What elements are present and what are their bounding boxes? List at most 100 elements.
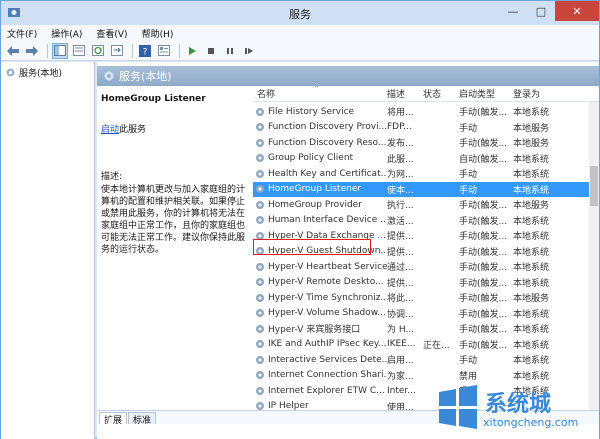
- service-name-cell: Hyper-V Time Synchroniz...: [253, 293, 387, 303]
- console-tree-icon[interactable]: [52, 42, 68, 59]
- start-service-icon[interactable]: [184, 43, 200, 59]
- title-bar: 服务 — □ ✕: [1, 1, 599, 25]
- properties-icon[interactable]: [156, 43, 172, 59]
- export-list-icon[interactable]: [109, 43, 125, 59]
- service-name-cell: Human Interface Device ...: [253, 215, 387, 225]
- service-gear-icon: [256, 371, 264, 380]
- table-row[interactable]: Hyper-V Heartbeat Service 通过... 手动(触发... 本地…: [253, 259, 599, 275]
- service-logon-cell: 本地系统: [513, 325, 550, 336]
- service-name-cell: HomeGroup Provider: [253, 200, 387, 210]
- service-logon-cell: 本地系统: [513, 185, 550, 196]
- service-startup-cell: 手动(触发...: [459, 247, 508, 258]
- service-startup-cell: 禁用: [459, 371, 478, 382]
- service-logon-cell: 本地系统: [513, 356, 550, 367]
- table-row[interactable]: File History Service 将用... 手动(触发... 本地系统: [253, 104, 599, 120]
- service-status-cell: 正在...: [423, 340, 450, 351]
- service-desc-cell: IKEE...: [387, 339, 416, 350]
- table-row[interactable]: HomeGroup Provider 执行... 手动(触发... 本地服务: [253, 197, 599, 213]
- table-row[interactable]: Group Policy Client 此服... 自动(触发... 本地系统: [253, 151, 599, 167]
- service-gear-icon: [256, 278, 264, 287]
- list-column-header: ⌃ 名称 描述 状态 启动类型 登录为: [253, 86, 599, 102]
- table-row[interactable]: Human Interface Device ... 激活... 手动(触发... 本…: [253, 213, 599, 229]
- service-gear-icon: [256, 355, 264, 364]
- annotation-highlight-box: [253, 239, 371, 255]
- refresh-icon[interactable]: [90, 43, 106, 59]
- service-name-cell: File History Service: [253, 107, 387, 117]
- sort-up-icon: ⌃: [313, 86, 320, 93]
- service-gear-icon: [256, 402, 264, 410]
- service-logon-cell: 本地系统: [513, 216, 550, 227]
- table-row[interactable]: Function Discovery Reso... 发布... 手动(触发... 本…: [253, 135, 599, 151]
- service-logon-cell: 本地服务: [513, 123, 550, 134]
- service-desc-cell: FDP...: [387, 122, 412, 133]
- scrollbar-thumb[interactable]: [590, 166, 598, 206]
- table-row[interactable]: Hyper-V 来宾服务接口为 H... 手动(触发... 本地系统: [253, 321, 599, 337]
- service-name-cell: Hyper-V Remote Deskto...: [253, 277, 387, 287]
- restart-service-icon[interactable]: [241, 43, 257, 59]
- service-name-cell: IKE and AuthIP IPsec Key...: [253, 339, 387, 349]
- tab-extended[interactable]: 扩展: [99, 412, 128, 426]
- service-desc-cell: 提供...: [387, 232, 414, 243]
- service-startup-cell: 手动(触发...: [459, 232, 508, 243]
- console-tree: 服务(本地): [1, 62, 95, 439]
- stop-service-icon[interactable]: [203, 43, 219, 59]
- tree-node-services-local[interactable]: 服务(本地): [5, 66, 62, 79]
- table-row[interactable]: Internet Connection Shari... 为家... 禁用 本地系统: [253, 368, 599, 384]
- service-desc-cell: 启用...: [387, 356, 414, 367]
- service-name-cell: Interactive Services Dete...: [253, 355, 387, 365]
- table-row[interactable]: Hyper-V Time Synchroniz... 将此... 手动(触发... 本…: [253, 290, 599, 306]
- gear-icon: [104, 71, 114, 81]
- service-gear-icon: [256, 185, 264, 194]
- pause-service-icon[interactable]: [222, 43, 238, 59]
- service-desc-cell: 提供...: [387, 247, 414, 258]
- vertical-scrollbar[interactable]: [589, 102, 599, 410]
- service-gear-icon: [256, 216, 264, 225]
- table-row[interactable]: Function Discovery Provi... FDP... 手动 本地服务: [253, 120, 599, 136]
- minimize-button[interactable]: —: [499, 1, 527, 21]
- service-startup-cell: 自动(触发...: [459, 154, 508, 165]
- service-name-cell: Hyper-V 来宾服务接口: [253, 322, 387, 335]
- service-name-cell: Internet Connection Shari...: [253, 370, 387, 380]
- forward-icon[interactable]: [24, 43, 40, 59]
- service-logon-cell: 本地系统: [513, 170, 550, 181]
- maximize-button[interactable]: □: [527, 1, 555, 21]
- column-description[interactable]: 描述: [387, 87, 423, 100]
- selected-service-title: HomeGroup Listener: [101, 94, 206, 104]
- window-controls: — □ ✕: [499, 1, 599, 21]
- menu-view[interactable]: 查看(V): [96, 27, 127, 40]
- service-logon-cell: 本地服务: [513, 139, 550, 150]
- menu-action[interactable]: 操作(A): [51, 27, 82, 40]
- column-log-on-as[interactable]: 登录为: [513, 87, 587, 100]
- service-name-cell: IP Helper: [253, 401, 387, 410]
- service-desc-cell: 此服...: [387, 154, 414, 165]
- list-view-icon[interactable]: [71, 43, 87, 59]
- column-startup-type[interactable]: 启动类型: [459, 87, 513, 100]
- service-gear-icon: [256, 200, 264, 209]
- description-label: 描述:: [101, 172, 123, 182]
- toolbar-separator: [179, 43, 180, 58]
- menu-file[interactable]: 文件(F): [7, 27, 37, 40]
- menu-help[interactable]: 帮助(H): [142, 27, 174, 40]
- service-desc-cell: 使用...: [387, 402, 414, 410]
- table-row[interactable]: HomeGroup Listener 使本... 手动 本地系统: [253, 181, 599, 197]
- table-row[interactable]: Interactive Services Dete... 启用... 手动 本地系统: [253, 352, 599, 368]
- tab-standard[interactable]: 标准: [128, 412, 157, 426]
- service-desc-cell: 为 H...: [387, 325, 415, 336]
- table-row[interactable]: Hyper-V Volume Shadow... 协调... 手动(触发... 本地系…: [253, 306, 599, 322]
- service-name-cell: Internet Explorer ETW C...: [253, 386, 387, 396]
- table-row[interactable]: IKE and AuthIP IPsec Key... IKEE... 正在... 手…: [253, 337, 599, 353]
- service-name-cell: Function Discovery Reso...: [253, 138, 387, 148]
- service-startup-cell: 手动(触发...: [459, 263, 508, 274]
- column-status[interactable]: 状态: [423, 87, 459, 100]
- column-name[interactable]: 名称: [253, 87, 387, 100]
- help-icon[interactable]: ?: [137, 43, 153, 59]
- service-startup-cell: 手动(触发...: [459, 216, 508, 227]
- close-button[interactable]: ✕: [555, 1, 599, 21]
- start-service-link[interactable]: 启动: [101, 125, 119, 135]
- service-startup-cell: 手动: [459, 356, 478, 367]
- toolbar: ?: [1, 41, 599, 61]
- table-row[interactable]: Hyper-V Remote Deskto... 提供... 手动(触发... 本地系…: [253, 275, 599, 291]
- back-icon[interactable]: [5, 43, 21, 59]
- service-action: 启动此服务: [101, 122, 245, 135]
- table-row[interactable]: Health Key and Certificat... 为网... 手动 本地系统: [253, 166, 599, 182]
